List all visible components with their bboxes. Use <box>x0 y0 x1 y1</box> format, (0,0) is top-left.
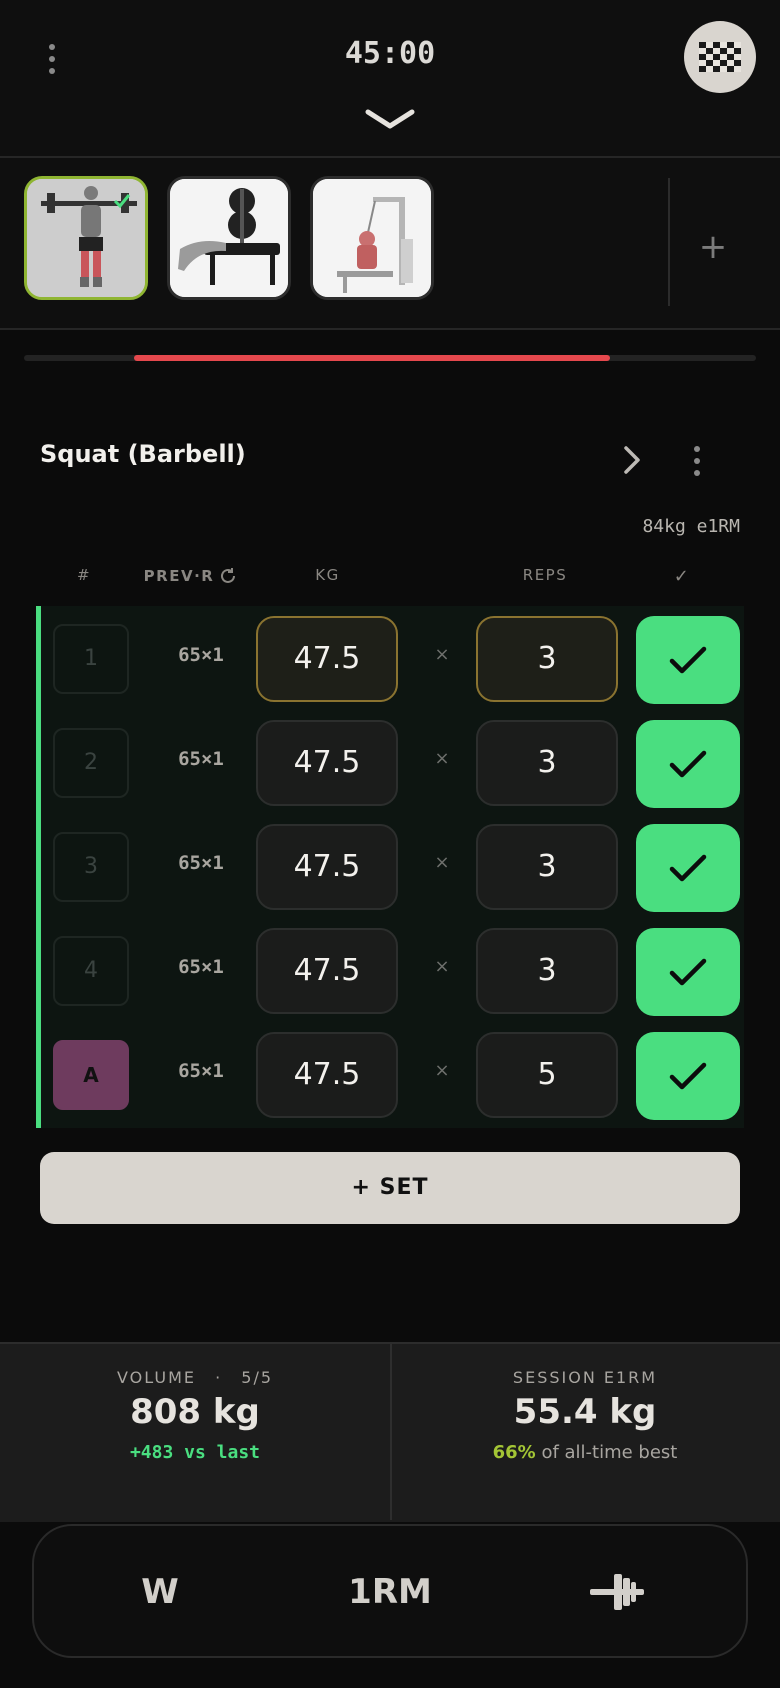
table-row: 3 65×1 47.5 × 3 <box>41 814 744 918</box>
col-header-kg: KG <box>315 566 340 584</box>
squat-illustration-icon <box>27 179 145 297</box>
previous-value[interactable]: 65×1 <box>146 1060 256 1082</box>
all-time-text: of all-time best <box>535 1442 678 1463</box>
checkmark-icon <box>669 646 707 674</box>
set-number[interactable]: 3 <box>53 832 129 902</box>
col-header-check: ✓ <box>673 566 691 587</box>
times-sign: × <box>434 1060 450 1081</box>
checkmark-icon <box>669 854 707 882</box>
previous-value[interactable]: 65×1 <box>146 748 256 770</box>
table-row: 1 65×1 47.5 × 3 <box>41 606 744 710</box>
reps-input[interactable]: 3 <box>476 616 618 702</box>
exercise-title[interactable]: Squat (Barbell) <box>40 440 246 468</box>
plate-calculator-button[interactable] <box>590 1568 644 1616</box>
times-sign: × <box>434 748 450 769</box>
chevron-right-icon[interactable] <box>612 440 652 480</box>
previous-value[interactable]: 65×1 <box>146 956 256 978</box>
exercise-thumb-bench[interactable] <box>167 176 291 300</box>
times-sign: × <box>434 644 450 665</box>
lat-pulldown-illustration-icon <box>313 179 431 297</box>
set-number[interactable]: 1 <box>53 624 129 694</box>
col-header-num: # <box>76 566 92 584</box>
reps-input[interactable]: 3 <box>476 824 618 910</box>
complete-set-button[interactable] <box>636 720 740 808</box>
bench-press-illustration-icon <box>170 179 288 297</box>
exercise-thumb-squat[interactable] <box>24 176 148 300</box>
previous-value[interactable]: 65×1 <box>146 852 256 874</box>
weight-input[interactable]: 47.5 <box>256 928 398 1014</box>
add-exercise-button[interactable]: + <box>688 222 738 272</box>
volume-separator: · <box>215 1368 223 1387</box>
weight-input[interactable]: 47.5 <box>256 616 398 702</box>
checkered-flag-icon <box>699 42 741 72</box>
finish-workout-button[interactable] <box>684 21 756 93</box>
add-set-button[interactable]: + SET <box>40 1152 740 1224</box>
col-header-prev[interactable]: PREV·R <box>136 566 246 586</box>
chevron-down-icon[interactable] <box>364 106 416 132</box>
times-sign: × <box>434 852 450 873</box>
reps-input[interactable]: 3 <box>476 928 618 1014</box>
session-e1rm-value: 55.4 kg <box>513 1392 657 1432</box>
volume-label-text: VOLUME <box>116 1368 196 1387</box>
complete-set-button[interactable] <box>636 1032 740 1120</box>
checkmark-icon <box>669 750 707 778</box>
sets-table: 1 65×1 47.5 × 3 2 65×1 47.5 × 3 3 65×1 4… <box>36 606 744 1128</box>
weight-input[interactable]: 47.5 <box>256 720 398 806</box>
reps-input[interactable]: 5 <box>476 1032 618 1118</box>
volume-label: VOLUME · 5/5 <box>0 1368 390 1387</box>
table-row: 2 65×1 47.5 × 3 <box>41 710 744 814</box>
volume-value: 808 kg <box>130 1392 260 1432</box>
session-e1rm-comparison: 66% of all-time best <box>390 1442 780 1463</box>
complete-set-button[interactable] <box>636 616 740 704</box>
previous-value[interactable]: 65×1 <box>146 644 256 666</box>
warmup-button[interactable]: W <box>110 1560 210 1624</box>
volume-delta: +483 vs last <box>129 1442 261 1463</box>
one-rep-max-button[interactable]: 1RM <box>330 1560 450 1624</box>
set-number[interactable]: 2 <box>53 728 129 798</box>
weight-input[interactable]: 47.5 <box>256 824 398 910</box>
refresh-icon[interactable] <box>218 566 238 586</box>
table-row: 4 65×1 47.5 × 3 <box>41 918 744 1022</box>
table-row: A 65×1 47.5 × 5 <box>41 1022 744 1126</box>
all-time-percent: 66% <box>492 1442 536 1463</box>
reps-input[interactable]: 3 <box>476 720 618 806</box>
exercise-thumb-lat-pulldown[interactable] <box>310 176 434 300</box>
workout-timer[interactable]: 45:00 <box>0 36 780 71</box>
weight-input[interactable]: 47.5 <box>256 1032 398 1118</box>
checkmark-icon <box>669 1062 707 1090</box>
top-bar <box>0 0 780 158</box>
session-e1rm-label: SESSION E1RM <box>512 1368 658 1387</box>
volume-count: 5/5 <box>241 1368 274 1387</box>
col-header-prev-label: PREV·R <box>143 567 215 585</box>
complete-set-button[interactable] <box>636 928 740 1016</box>
col-header-reps: REPS <box>522 566 568 584</box>
set-number[interactable]: 4 <box>53 936 129 1006</box>
exercise-menu-kebab-icon[interactable] <box>694 446 700 476</box>
set-type-badge[interactable]: A <box>53 1040 129 1110</box>
barbell-icon <box>590 1574 644 1610</box>
strip-divider <box>668 178 670 306</box>
e1rm-label: 84kg e1RM <box>642 516 740 537</box>
complete-set-button[interactable] <box>636 824 740 912</box>
checkmark-icon <box>669 958 707 986</box>
workout-progress-fill <box>134 355 610 361</box>
times-sign: × <box>434 956 450 977</box>
